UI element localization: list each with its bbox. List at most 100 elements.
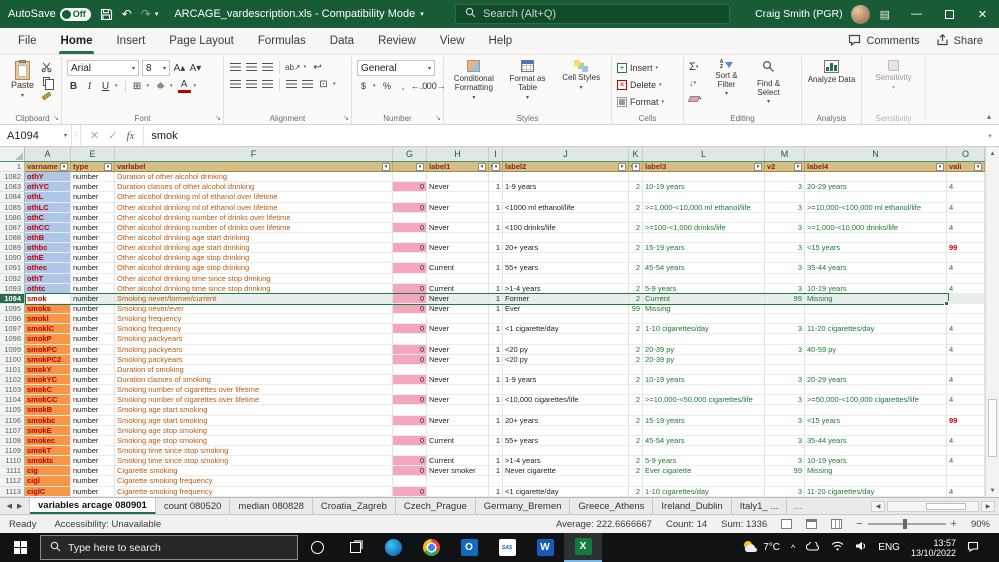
decrease-decimal-icon[interactable]: .00→ [424,79,446,93]
onedrive-icon[interactable] [806,540,820,554]
table-row-1113[interactable]: 1113 ciglC number Cigarette smoking frequen… [0,486,985,497]
field-header-label2[interactable]: label2 ▾ [503,162,629,173]
cell-O1102[interactable]: 4 [947,374,985,386]
cell-L1107[interactable] [643,425,765,436]
cell-A1110[interactable]: smoktc [25,456,71,467]
cell-L1087[interactable]: >=100-<1,000 drinks/life [643,222,765,233]
field-header-label3[interactable]: label3 ▾ [643,162,765,173]
cell-L1102[interactable]: 10-19 years [643,374,765,386]
expand-formula-bar-icon[interactable]: ▾ [981,125,999,146]
cell-N1107[interactable] [805,425,947,436]
cortana-button[interactable] [298,533,336,562]
filter-dropdown-icon[interactable]: ▾ [754,162,762,171]
cell-A1083[interactable]: othYC [25,182,71,193]
cell-N1095[interactable] [805,303,947,315]
outlook-app-button[interactable]: O [450,533,488,562]
cell-M1089[interactable]: 3 [765,243,805,254]
cell-F1110[interactable]: Smoking time since stop smoking [115,456,393,467]
cell-L1112[interactable] [643,476,765,487]
cell-N1097[interactable]: 11-20 cigarettes/day [805,324,947,335]
cell-N1084[interactable] [805,192,947,203]
cell-H1086[interactable] [427,212,489,223]
cell-G1104[interactable]: 0 [393,395,427,406]
cell-L1098[interactable] [643,334,765,345]
cell-I1083[interactable]: 1 [489,182,503,193]
cell-G1092[interactable] [393,273,427,284]
page-layout-view-icon[interactable] [806,519,818,529]
cell-E1082[interactable]: number [71,172,115,183]
sheet-tab-ireland-dublin[interactable]: Ireland_Dublin [653,498,732,514]
cell-H1098[interactable] [427,334,489,345]
cell-K1094[interactable]: 2 [629,293,643,304]
underline-button[interactable]: U [99,79,112,93]
cell-F1098[interactable]: Smoking packyears [115,334,393,345]
font-size-select[interactable]: 8 ▾ [142,60,170,76]
cell-H1087[interactable]: Never [427,222,489,233]
language-indicator[interactable]: ENG [878,542,900,553]
font-name-select[interactable]: Arial ▾ [67,60,139,76]
field-header-v2[interactable]: v2 ▾ [765,162,805,173]
scroll-right-icon[interactable]: ▶ [981,500,995,512]
search-box[interactable]: Search (Alt+Q) [455,4,730,24]
hidden-icons-chevron[interactable]: ^ [791,543,795,553]
field-header-varname[interactable]: varname ▾ [25,162,71,173]
row-header-1090[interactable]: 1090 [0,253,25,264]
ribbon-tab-help[interactable]: Help [477,28,525,54]
cell-A1094[interactable]: smok [25,293,71,304]
formula-input[interactable]: smok [143,125,981,146]
cell-F1109[interactable]: Smoking time since stop smoking [115,445,393,457]
cell-I1082[interactable] [489,172,503,183]
cell-F1103[interactable]: Smoking number of cigarettes over lifeti… [115,385,393,396]
cell-N1101[interactable] [805,364,947,375]
cell-O1095[interactable] [947,303,985,315]
filter-dropdown-icon[interactable]: ▾ [632,162,640,171]
cell-M1097[interactable]: 3 [765,324,805,335]
cell-N1089[interactable]: <15 years [805,243,947,254]
cell-O1097[interactable]: 4 [947,324,985,335]
cell-E1102[interactable]: number [71,374,115,386]
row-header-1089[interactable]: 1089 [0,243,25,254]
cell-O1099[interactable]: 4 [947,344,985,355]
horizontal-scroll-thumb[interactable] [926,502,966,510]
wrap-text-icon[interactable]: ↩ [311,60,324,74]
cell-H1105[interactable] [427,405,489,416]
table-row-1094[interactable]: 1094 smok number Smoking never/former/curre… [0,292,985,306]
cell-N1094[interactable]: Missing [805,293,947,304]
cell-L1105[interactable] [643,405,765,416]
table-row-1087[interactable]: 1087 othCC number Other alcohol drinking nu… [0,222,985,233]
vertical-scroll-thumb[interactable] [988,399,997,457]
filter-dropdown-icon[interactable]: ▾ [60,162,68,171]
cell-L1083[interactable]: 10-19 years [643,182,765,193]
volume-icon[interactable] [855,541,867,554]
cell-A1112[interactable]: cigl [25,476,71,487]
orientation-icon[interactable]: ab↗ [285,60,301,74]
cell-F1094[interactable]: Smoking never/former/current [115,293,393,304]
cell-F1088[interactable]: Other alcohol drinking age start drinkin… [115,232,393,244]
insert-function-icon[interactable]: fx [126,130,134,142]
row-header-1095[interactable]: 1095 [0,303,25,315]
table-row-1108[interactable]: 1108 smokec number Smoking age stop smoking… [0,435,985,446]
column-header-K[interactable]: K [629,147,643,161]
filter-dropdown-icon[interactable]: ▾ [492,162,500,171]
cell-M1105[interactable] [765,405,805,416]
cell-H1110[interactable]: Current [427,456,489,467]
cell-I1086[interactable] [489,212,503,223]
cell-I1098[interactable] [489,334,503,345]
align-center-icon[interactable] [245,77,258,91]
fill-handle[interactable] [944,300,949,306]
cell-F1100[interactable]: Smoking packyears [115,354,393,365]
row-header-1[interactable]: 1 [0,162,25,173]
cell-F1086[interactable]: Other alcohol drinking number of drinks … [115,212,393,223]
increase-font-size-icon[interactable]: A▴ [173,61,186,75]
cell-O1096[interactable] [947,314,985,325]
cell-A1095[interactable]: smoks [25,303,71,315]
cut-icon[interactable] [40,62,52,73]
scroll-left-icon[interactable]: ◀ [871,500,885,512]
cell-A1108[interactable]: smokec [25,435,71,446]
cell-M1106[interactable]: 3 [765,415,805,426]
table-row-1103[interactable]: 1103 smokC number Smoking number of cigaret… [0,385,985,396]
cell-L1104[interactable]: >=10,000-<50,000 cigarettes/life [643,395,765,406]
avatar[interactable] [850,4,870,24]
cell-K1113[interactable]: 2 [629,486,643,497]
cell-F1113[interactable]: Cigarette smoking frequency [115,486,393,497]
